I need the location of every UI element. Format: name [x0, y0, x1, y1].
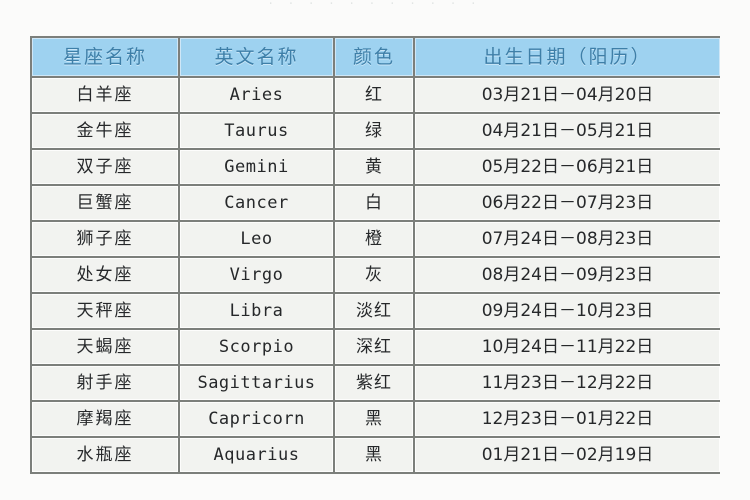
cell-en-name: Cancer: [180, 186, 333, 220]
cell-birth-date: 10月24日－11月22日: [415, 330, 720, 364]
cell-cn-name: 狮子座: [32, 222, 178, 256]
cell-color: 红: [335, 78, 413, 112]
cell-cn-name: 水瓶座: [32, 438, 178, 472]
cell-color: 灰: [335, 258, 413, 292]
column-header-birth-date: 出生日期（阳历）: [415, 38, 720, 76]
cell-en-name: Aries: [180, 78, 333, 112]
cell-en-name: Sagittarius: [180, 366, 333, 400]
cell-en-name: Taurus: [180, 114, 333, 148]
cell-birth-date: 01月21日－02月19日: [415, 438, 720, 472]
cell-cn-name: 双子座: [32, 150, 178, 184]
table-row: 双子座 Gemini 黄 05月22日－06月21日: [32, 150, 720, 184]
column-header-cn-name: 星座名称: [32, 38, 178, 76]
cell-cn-name: 射手座: [32, 366, 178, 400]
cell-birth-date: 04月21日－05月21日: [415, 114, 720, 148]
cut-off-text-remnant: · · · · · · · · · · ·: [268, 0, 482, 9]
cell-cn-name: 白羊座: [32, 78, 178, 112]
cell-birth-date: 06月22日－07月23日: [415, 186, 720, 220]
column-header-en-name: 英文名称: [180, 38, 333, 76]
table-row: 金牛座 Taurus 绿 04月21日－05月21日: [32, 114, 720, 148]
cell-birth-date: 05月22日－06月21日: [415, 150, 720, 184]
table-header: 星座名称 英文名称 颜色 出生日期（阳历）: [32, 38, 720, 76]
cell-birth-date: 11月23日－12月22日: [415, 366, 720, 400]
zodiac-reference-page: · · · · · · · · · · · 星座名称 英文名称 颜色 出生日期（…: [0, 0, 750, 500]
zodiac-table-container: 星座名称 英文名称 颜色 出生日期（阳历） 白羊座 Aries 红 03月21日－04…: [30, 36, 720, 500]
table-row: 处女座 Virgo 灰 08月24日－09月23日: [32, 258, 720, 292]
cell-color: 橙: [335, 222, 413, 256]
table-row: 狮子座 Leo 橙 07月24日－08月23日: [32, 222, 720, 256]
cell-color: 黑: [335, 438, 413, 472]
cell-color: 黑: [335, 402, 413, 436]
cell-cn-name: 天蝎座: [32, 330, 178, 364]
cell-cn-name: 处女座: [32, 258, 178, 292]
cell-birth-date: 07月24日－08月23日: [415, 222, 720, 256]
column-header-color: 颜色: [335, 38, 413, 76]
cell-cn-name: 金牛座: [32, 114, 178, 148]
cell-color: 黄: [335, 150, 413, 184]
cell-birth-date: 09月24日－10月23日: [415, 294, 720, 328]
cell-en-name: Scorpio: [180, 330, 333, 364]
table-row: 射手座 Sagittarius 紫红 11月23日－12月22日: [32, 366, 720, 400]
table-row: 摩羯座 Capricorn 黑 12月23日－01月22日: [32, 402, 720, 436]
cell-color: 深红: [335, 330, 413, 364]
table-row: 白羊座 Aries 红 03月21日－04月20日: [32, 78, 720, 112]
cell-color: 白: [335, 186, 413, 220]
cell-cn-name: 巨蟹座: [32, 186, 178, 220]
cell-en-name: Virgo: [180, 258, 333, 292]
table-row: 水瓶座 Aquarius 黑 01月21日－02月19日: [32, 438, 720, 472]
cell-color: 淡红: [335, 294, 413, 328]
cell-en-name: Libra: [180, 294, 333, 328]
table-body: 白羊座 Aries 红 03月21日－04月20日 金牛座 Taurus 绿 04月21日－0…: [32, 78, 720, 472]
cell-en-name: Leo: [180, 222, 333, 256]
cell-color: 绿: [335, 114, 413, 148]
cell-cn-name: 摩羯座: [32, 402, 178, 436]
cell-birth-date: 08月24日－09月23日: [415, 258, 720, 292]
cell-birth-date: 03月21日－04月20日: [415, 78, 720, 112]
zodiac-table: 星座名称 英文名称 颜色 出生日期（阳历） 白羊座 Aries 红 03月21日－04…: [30, 36, 720, 474]
cell-color: 紫红: [335, 366, 413, 400]
cell-en-name: Capricorn: [180, 402, 333, 436]
table-row: 巨蟹座 Cancer 白 06月22日－07月23日: [32, 186, 720, 220]
cell-birth-date: 12月23日－01月22日: [415, 402, 720, 436]
cell-en-name: Gemini: [180, 150, 333, 184]
table-row: 天蝎座 Scorpio 深红 10月24日－11月22日: [32, 330, 720, 364]
cell-cn-name: 天秤座: [32, 294, 178, 328]
table-header-row: 星座名称 英文名称 颜色 出生日期（阳历）: [32, 38, 720, 76]
table-row: 天秤座 Libra 淡红 09月24日－10月23日: [32, 294, 720, 328]
cell-en-name: Aquarius: [180, 438, 333, 472]
